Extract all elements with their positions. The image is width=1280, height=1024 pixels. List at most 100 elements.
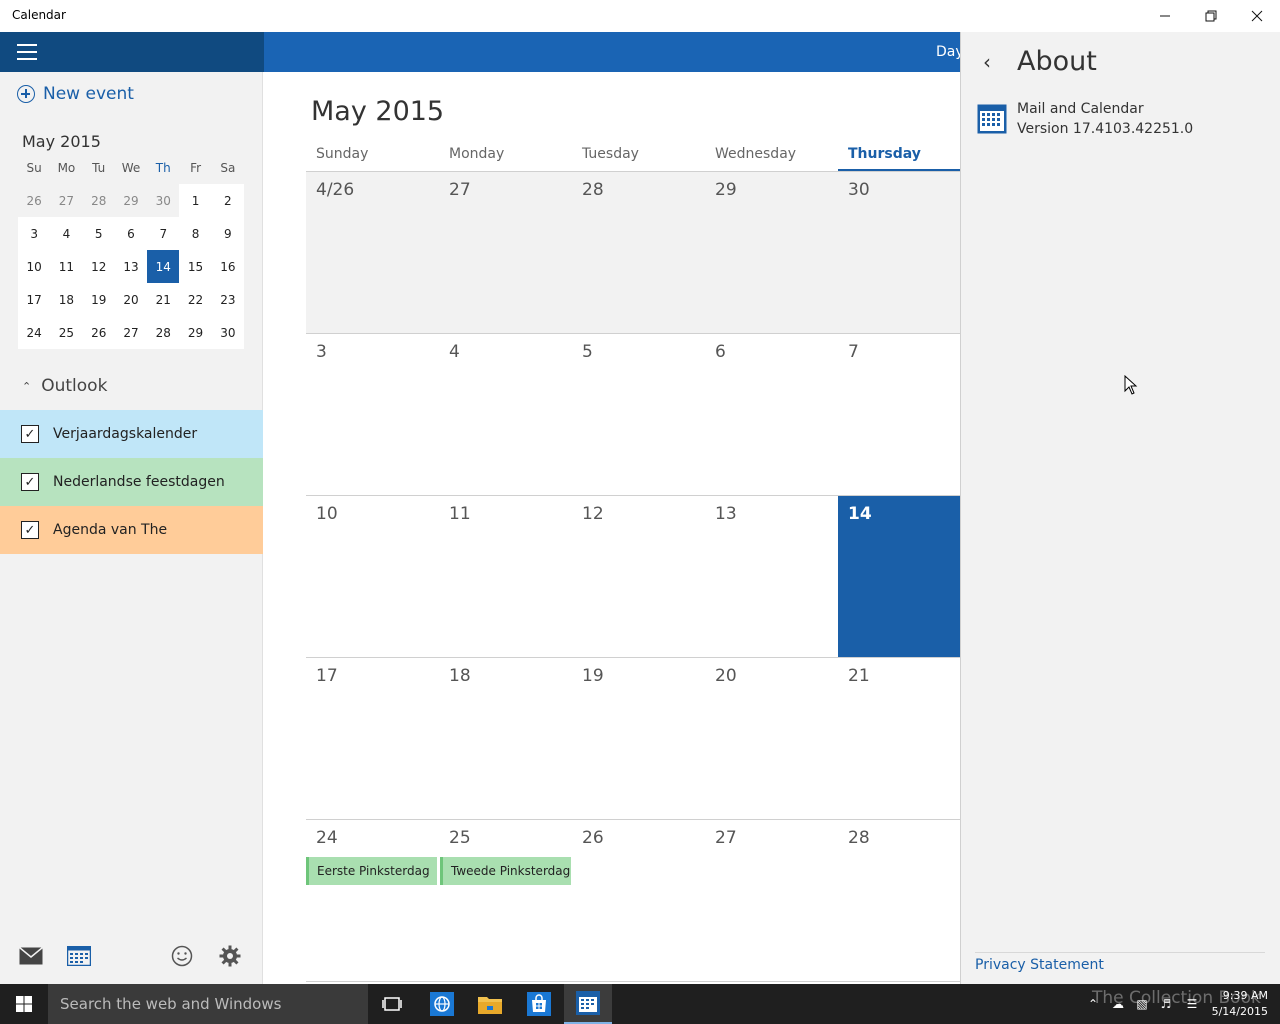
mini-day[interactable]: 9 xyxy=(211,217,244,250)
checkmark-icon[interactable]: ✓ xyxy=(21,473,39,491)
mini-day[interactable]: 2 xyxy=(211,184,244,217)
mini-day[interactable]: 27 xyxy=(50,184,83,217)
day-cell[interactable]: 11 xyxy=(439,496,572,657)
day-cell[interactable]: 12 xyxy=(572,496,705,657)
mini-day[interactable]: 30 xyxy=(211,316,244,349)
checkmark-icon[interactable]: ✓ xyxy=(21,521,39,539)
day-cell[interactable]: 20 xyxy=(705,658,838,819)
mini-day[interactable]: 7 xyxy=(147,217,180,250)
day-cell[interactable]: 27 xyxy=(705,820,838,981)
day-cell[interactable]: 7 xyxy=(838,334,960,495)
mini-day[interactable]: 26 xyxy=(18,184,51,217)
mini-day[interactable]: 29 xyxy=(114,184,148,217)
mini-day[interactable]: 18 xyxy=(50,283,83,316)
calendar-item-label: Agenda van The xyxy=(53,522,168,538)
weekday-label: Su xyxy=(26,161,42,175)
mini-day[interactable]: 5 xyxy=(82,217,115,250)
day-cell[interactable]: 26 xyxy=(572,820,705,981)
mini-day[interactable]: 13 xyxy=(114,250,148,283)
mini-day-selected[interactable]: 14 xyxy=(147,250,180,283)
day-number: 11 xyxy=(449,504,471,524)
mini-day[interactable]: 11 xyxy=(50,250,83,283)
mini-day[interactable]: 20 xyxy=(114,283,148,316)
taskbar-clock[interactable]: 9:39 AM 5/14/2015 xyxy=(1210,988,1268,1020)
day-cell[interactable]: 30 xyxy=(838,172,960,333)
mini-day[interactable]: 25 xyxy=(50,316,83,349)
mini-day[interactable]: 8 xyxy=(179,217,212,250)
event-tweede-pinksterdag[interactable]: Tweede Pinksterdag xyxy=(440,857,571,885)
day-cell[interactable]: 6 xyxy=(705,334,838,495)
day-cell-today[interactable]: 14 xyxy=(838,496,960,657)
hamburger-menu-icon[interactable] xyxy=(17,44,37,60)
mini-day[interactable]: 16 xyxy=(211,250,244,283)
calendar-item-verjaardagskalender[interactable]: ✓ Verjaardagskalender xyxy=(0,410,263,458)
task-view-icon[interactable] xyxy=(368,984,416,1024)
mini-day[interactable]: 28 xyxy=(82,184,115,217)
mini-day[interactable]: 17 xyxy=(18,283,51,316)
calendar-item-agenda-van-the[interactable]: ✓ Agenda van The xyxy=(0,506,263,554)
day-cell[interactable]: 28 xyxy=(838,820,960,981)
browser-icon[interactable] xyxy=(418,984,466,1024)
mini-day[interactable]: 10 xyxy=(18,250,51,283)
mini-day[interactable]: 22 xyxy=(179,283,212,316)
day-cell[interactable]: 24 xyxy=(306,820,439,981)
day-cell[interactable]: 25 xyxy=(439,820,572,981)
restore-button[interactable] xyxy=(1188,0,1234,32)
outlook-account-toggle[interactable]: ⌃ Outlook xyxy=(22,376,107,396)
volume-icon[interactable]: ♬ xyxy=(1158,996,1174,1012)
mini-day[interactable]: 27 xyxy=(114,316,148,349)
mini-day[interactable]: 24 xyxy=(18,316,51,349)
day-cell[interactable]: 21 xyxy=(838,658,960,819)
mini-day[interactable]: 15 xyxy=(179,250,212,283)
checkmark-icon[interactable]: ✓ xyxy=(21,425,39,443)
mini-day[interactable]: 21 xyxy=(147,283,180,316)
onedrive-icon[interactable]: ☁ xyxy=(1110,996,1126,1012)
smiley-feedback-icon[interactable] xyxy=(168,942,196,970)
mini-calendar-month[interactable]: May 2015 xyxy=(22,132,101,151)
day-cell[interactable]: 13 xyxy=(705,496,838,657)
start-button[interactable] xyxy=(0,984,48,1024)
day-cell[interactable]: 18 xyxy=(439,658,572,819)
day-cell[interactable]: 27 xyxy=(439,172,572,333)
gear-icon[interactable] xyxy=(216,942,244,970)
back-arrow-icon[interactable]: ‹ xyxy=(983,50,991,74)
mini-day[interactable]: 23 xyxy=(211,283,244,316)
minimize-button[interactable] xyxy=(1142,0,1188,32)
privacy-statement-link[interactable]: Privacy Statement xyxy=(975,957,1104,973)
mini-day[interactable]: 28 xyxy=(147,316,180,349)
event-eerste-pinksterdag[interactable]: Eerste Pinksterdag xyxy=(306,857,437,885)
day-cell[interactable]: 29 xyxy=(705,172,838,333)
mini-day[interactable]: 6 xyxy=(114,217,148,250)
calendar-icon[interactable] xyxy=(65,942,93,970)
day-cell[interactable]: 4 xyxy=(439,334,572,495)
day-cell[interactable]: 17 xyxy=(306,658,439,819)
close-button[interactable] xyxy=(1234,0,1280,32)
store-icon[interactable] xyxy=(515,984,563,1024)
day-cell[interactable]: 4/26 xyxy=(306,172,439,333)
day-number: 4 xyxy=(449,342,460,362)
mini-day[interactable]: 30 xyxy=(147,184,180,217)
network-icon[interactable]: ▧ xyxy=(1134,996,1150,1012)
day-cell[interactable]: 19 xyxy=(572,658,705,819)
day-cell[interactable]: 5 xyxy=(572,334,705,495)
file-explorer-icon[interactable] xyxy=(466,984,514,1024)
mail-icon[interactable] xyxy=(17,942,45,970)
day-cell[interactable]: 28 xyxy=(572,172,705,333)
mini-day[interactable]: 29 xyxy=(179,316,212,349)
mini-day[interactable]: 1 xyxy=(179,184,212,217)
day-cell[interactable]: 10 xyxy=(306,496,439,657)
mini-day[interactable]: 19 xyxy=(82,283,115,316)
weekday-label: Th xyxy=(155,161,171,175)
calendar-item-nederlandse-feestdagen[interactable]: ✓ Nederlandse feestdagen xyxy=(0,458,263,506)
day-cell[interactable]: 3 xyxy=(306,334,439,495)
mini-day[interactable]: 4 xyxy=(50,217,83,250)
mini-day[interactable]: 3 xyxy=(18,217,51,250)
mini-day[interactable]: 12 xyxy=(82,250,115,283)
new-event-button[interactable]: New event xyxy=(17,84,134,104)
chevron-up-icon[interactable]: ⌃ xyxy=(1085,996,1101,1012)
action-center-icon[interactable]: ☰ xyxy=(1184,996,1200,1012)
taskbar-search-input[interactable]: Search the web and Windows xyxy=(48,984,368,1024)
mini-day[interactable]: 26 xyxy=(82,316,115,349)
calendar-taskbar-icon[interactable] xyxy=(564,984,612,1024)
title-bar: Calendar xyxy=(0,0,1280,32)
